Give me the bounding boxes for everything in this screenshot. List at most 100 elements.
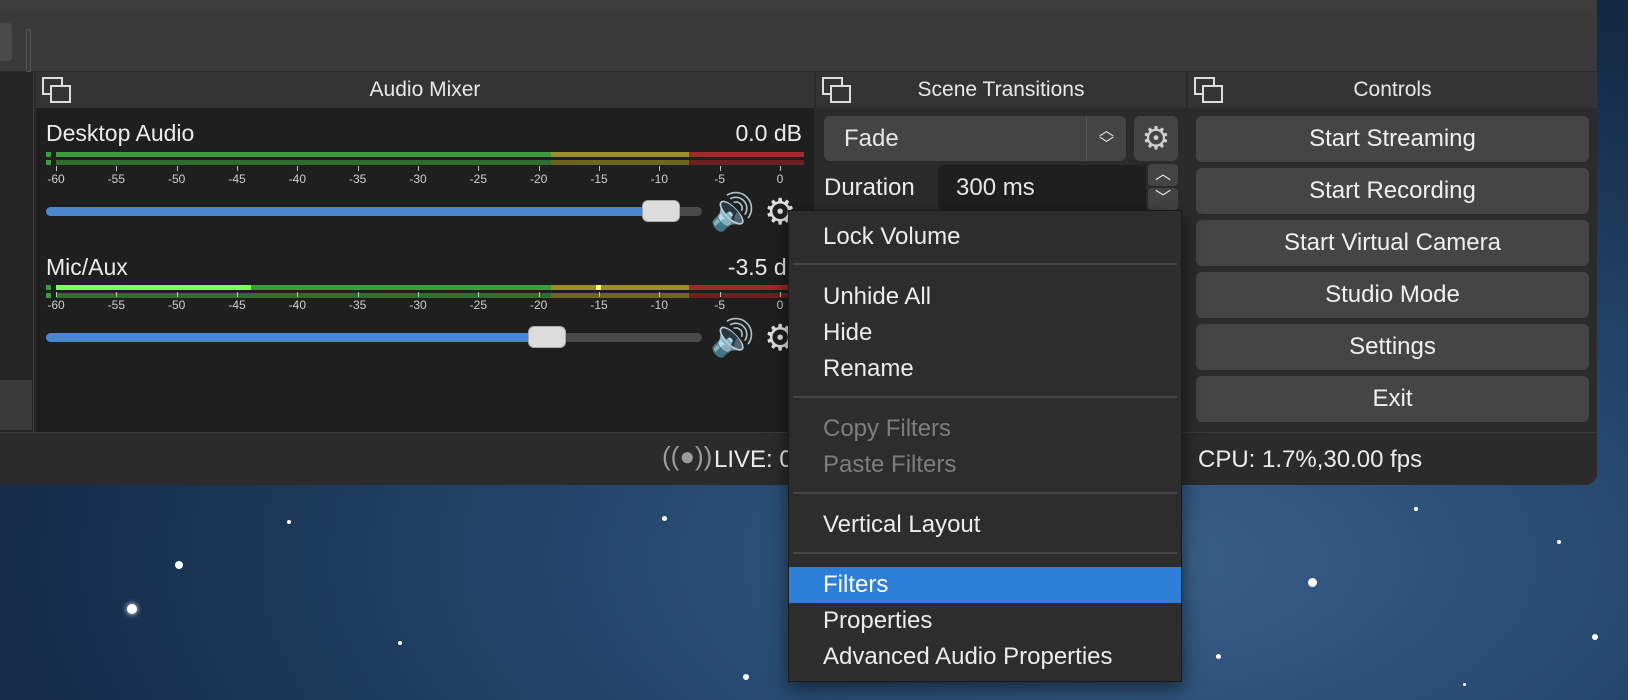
meter-tick-label: 0 <box>776 298 784 312</box>
menu-item-hide[interactable]: Hide <box>789 315 1181 351</box>
meter-green <box>251 285 551 290</box>
channel-name: Desktop Audio <box>46 120 195 146</box>
volume-slider-handle[interactable] <box>528 326 567 348</box>
menu-item-properties[interactable]: Properties <box>789 603 1181 639</box>
transition-select[interactable]: Fade ︿ ﹀ <box>824 116 1126 161</box>
meter-tick-mark <box>297 166 299 171</box>
scenes-panel-box <box>0 380 32 430</box>
meter-tick-mark <box>418 166 419 171</box>
duration-input[interactable]: 300 ms <box>938 165 1146 210</box>
star <box>1308 578 1317 587</box>
toolbar-button[interactable] <box>0 23 12 61</box>
menu-item-vertical-layout[interactable]: Vertical Layout <box>789 507 1181 543</box>
volume-slider-fill <box>46 207 652 216</box>
context-menu: Lock Volume Unhide All Hide Rename Copy … <box>788 210 1182 682</box>
meter-tick-label: -15 <box>590 298 608 312</box>
menu-item-unhide-all[interactable]: Unhide All <box>789 279 1181 315</box>
meter-peak <box>596 285 601 290</box>
meter-tick-mark <box>599 166 600 171</box>
meter-tick-label: -5 <box>714 172 725 186</box>
volume-slider[interactable] <box>46 207 702 216</box>
meter-tick-label: -25 <box>469 172 487 186</box>
star <box>175 561 183 569</box>
volume-slider-handle[interactable] <box>641 200 680 222</box>
channel-level: 0.0 dB <box>735 120 803 146</box>
meter-green-active <box>56 285 251 290</box>
start-virtual-camera-button[interactable]: Start Virtual Camera <box>1196 220 1589 266</box>
star <box>743 674 749 680</box>
live-status: LIVE: 0 <box>714 446 793 473</box>
meter-tick-label: -20 <box>529 298 548 312</box>
meter-peak-dot <box>46 160 51 165</box>
meter-scale: -60 -55 -50 -45 -40 -35 -30 -25 -20 -15 -10 -5 0 <box>47 292 800 316</box>
meter-tick-mark <box>599 292 600 297</box>
star <box>662 516 667 521</box>
meter-tick-mark <box>478 292 480 297</box>
channel-level: -3.5 dB <box>727 254 802 280</box>
meter-green <box>56 160 551 165</box>
meter-tick-label: -55 <box>107 298 125 312</box>
menu-separator <box>793 396 1177 398</box>
meter-tick-label: -35 <box>348 298 367 312</box>
settings-button[interactable]: Settings <box>1196 324 1589 370</box>
meter-tick-mark <box>297 292 299 297</box>
speaker-icon[interactable]: 🔊 <box>710 194 755 230</box>
duration-label: Duration <box>824 174 915 201</box>
meter-tick-label: -55 <box>107 172 125 186</box>
meter-tick-mark <box>538 166 540 171</box>
meter-tick-mark <box>538 292 540 297</box>
menu-item-paste-filters: Paste Filters <box>823 451 957 478</box>
meter-tick-label: -30 <box>409 298 427 312</box>
start-recording-button[interactable]: Start Recording <box>1196 168 1589 214</box>
meter-yellow <box>551 285 689 290</box>
undock-icon[interactable] <box>40 75 71 103</box>
undock-icon[interactable] <box>820 75 851 103</box>
cpu-status: CPU: 1.7%,30.00 fps <box>1198 446 1423 473</box>
meter-tick-label: -45 <box>228 172 246 186</box>
audio-mixer-header: Audio Mixer <box>36 72 814 108</box>
undock-icon[interactable] <box>1192 75 1223 103</box>
volume-slider[interactable] <box>46 333 702 342</box>
meter-red <box>689 285 804 290</box>
star <box>1463 683 1466 686</box>
toolbar <box>0 11 1597 72</box>
meter-tick-label: -45 <box>228 298 246 312</box>
menu-item-lock-volume[interactable]: Lock Volume <box>789 219 1181 255</box>
menu-item-advanced-audio-properties[interactable]: Advanced Audio Properties <box>789 639 1181 675</box>
meter-tick-label: 0 <box>776 172 784 186</box>
studio-mode-button[interactable]: Studio Mode <box>1196 272 1589 318</box>
meter-tick-label: -5 <box>714 298 725 312</box>
meter-tick-mark <box>780 292 781 297</box>
toolbar-separator <box>26 29 31 72</box>
meter-tick-label: -35 <box>348 172 367 186</box>
channel-name: Mic/Aux <box>46 254 128 280</box>
speaker-icon[interactable]: 🔊 <box>710 320 755 356</box>
transition-gear-icon[interactable]: ⚙ <box>1134 116 1178 161</box>
duration-increase-button[interactable]: ︿ <box>1148 164 1178 186</box>
meter-tick-label: -30 <box>409 172 427 186</box>
meter-tick-label: -60 <box>47 298 65 312</box>
meter-tick-mark <box>116 166 118 171</box>
start-streaming-button[interactable]: Start Streaming <box>1196 116 1589 162</box>
meter-tick-mark <box>357 292 359 297</box>
meter-green <box>56 152 551 157</box>
duration-decrease-button[interactable]: ﹀ <box>1148 188 1178 210</box>
scene-transitions-header: Scene Transitions <box>816 72 1186 108</box>
volume-slider-fill <box>46 333 539 342</box>
meter-tick-mark <box>478 166 480 171</box>
star <box>1557 540 1561 544</box>
meter-tick-mark <box>780 166 781 171</box>
meter-tick-label: -25 <box>469 298 487 312</box>
menu-item-filters[interactable]: Filters <box>789 567 1181 603</box>
meter-tick-label: -10 <box>650 298 668 312</box>
meter-tick-label: -40 <box>288 172 306 186</box>
live-broadcast-icon: ((●)) <box>662 441 713 471</box>
exit-button[interactable]: Exit <box>1196 376 1589 422</box>
meter-yellow <box>551 160 689 165</box>
meter-tick-label: -10 <box>650 172 668 186</box>
meter-peak-dot <box>46 285 51 290</box>
meter-tick-mark <box>237 292 238 297</box>
menu-item-rename[interactable]: Rename <box>789 351 1181 387</box>
menu-separator <box>793 263 1177 265</box>
meter-tick-label: -50 <box>167 172 186 186</box>
